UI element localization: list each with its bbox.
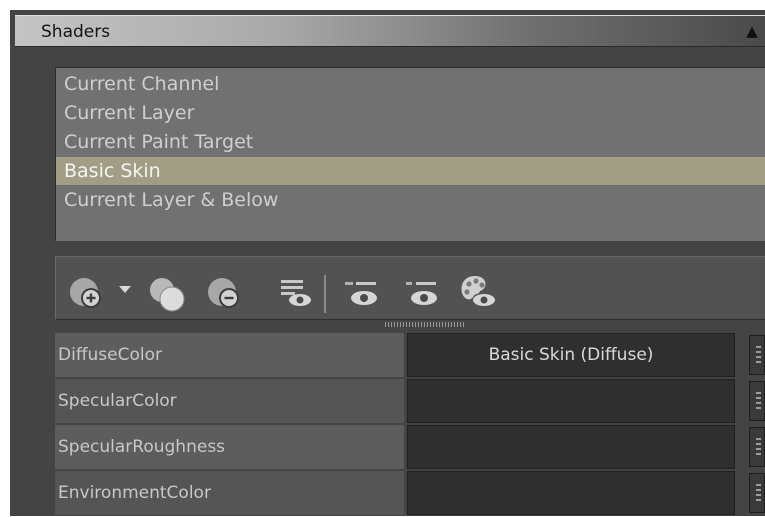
shader-list[interactable]: Current Channel Current Layer Current Pa…: [55, 67, 765, 241]
remove-shader-icon[interactable]: [206, 275, 246, 313]
table-row: EnvironmentColor: [55, 471, 765, 517]
list-item-current-paint-target[interactable]: Current Paint Target: [56, 128, 765, 156]
palette-view-icon[interactable]: [458, 273, 498, 311]
show-target-icon[interactable]: [402, 279, 442, 309]
table-row: SpecularColor: [55, 379, 765, 425]
property-name: DiffuseColor: [55, 333, 404, 377]
drag-handle-icon[interactable]: [749, 335, 765, 375]
property-value-field[interactable]: [407, 471, 735, 515]
toolbar-separator: [324, 275, 326, 313]
drag-handle-icon[interactable]: [749, 427, 765, 467]
duplicate-shader-icon[interactable]: [146, 273, 190, 315]
drag-handle-icon[interactable]: [749, 381, 765, 421]
property-value-field[interactable]: Basic Skin (Diffuse): [407, 333, 735, 377]
list-item-basic-skin[interactable]: Basic Skin: [56, 157, 765, 185]
resize-grip[interactable]: [385, 322, 465, 327]
list-item-current-channel[interactable]: Current Channel: [56, 70, 765, 98]
shader-toolbar: [55, 256, 765, 320]
table-row: DiffuseColor Basic Skin (Diffuse): [55, 333, 765, 379]
add-shader-icon[interactable]: [68, 275, 108, 313]
dropdown-arrow-icon[interactable]: [118, 285, 132, 295]
show-channel-icon[interactable]: [342, 279, 382, 309]
panel-title: Shaders: [41, 22, 111, 42]
list-item-current-layer[interactable]: Current Layer: [56, 99, 765, 127]
property-name: SpecularColor: [55, 379, 404, 423]
collapse-up-icon[interactable]: ▲: [739, 19, 765, 43]
property-name: SpecularRoughness: [55, 425, 404, 469]
property-value-field[interactable]: [407, 425, 735, 469]
drag-handle-icon[interactable]: [749, 473, 765, 513]
shader-properties-table: DiffuseColor Basic Skin (Diffuse) Specul…: [55, 333, 765, 516]
list-item-current-layer-below[interactable]: Current Layer & Below: [56, 186, 765, 214]
table-row: SpecularRoughness: [55, 425, 765, 471]
property-value-field[interactable]: [407, 379, 735, 423]
shaders-titlebar[interactable]: Shaders ▲: [15, 15, 765, 47]
show-layers-icon[interactable]: [278, 277, 314, 309]
property-name: EnvironmentColor: [55, 471, 404, 515]
